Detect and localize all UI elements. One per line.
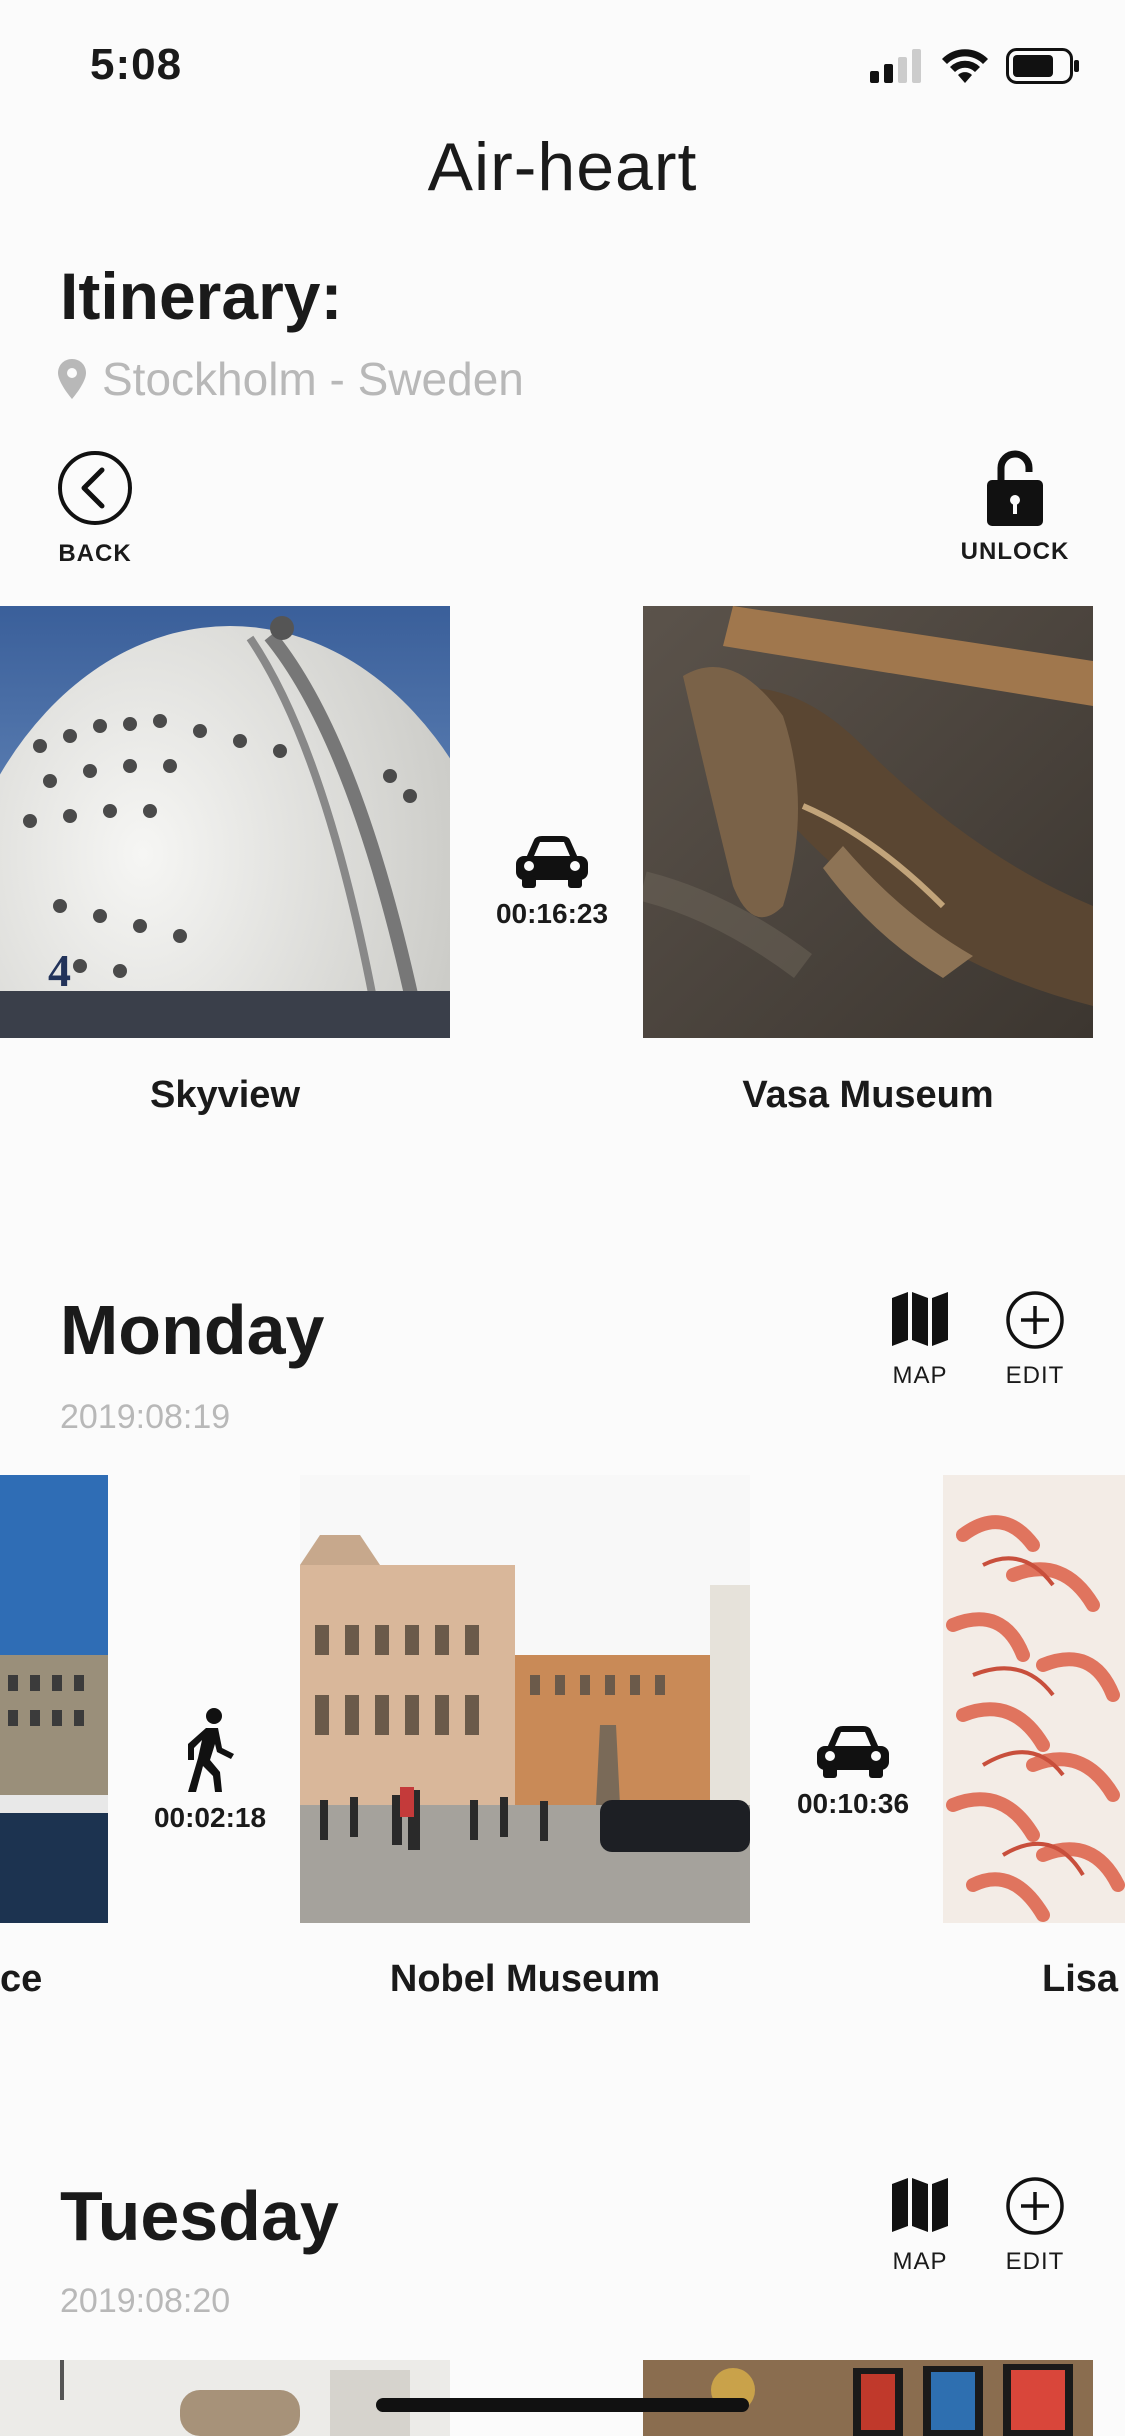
skyview-photo[interactable]: 4 (0, 606, 450, 1038)
map-label: MAP (892, 1362, 948, 1389)
svg-text:4: 4 (48, 945, 71, 996)
edit-button[interactable]: EDIT (985, 2176, 1085, 2276)
stop-caption: Skyview (150, 1074, 300, 1116)
unlock-button[interactable]: UNLOCK (955, 450, 1075, 566)
location-text: Stockholm - Sweden (102, 353, 524, 405)
itinerary-heading: Itinerary: (60, 259, 343, 333)
location-pin-icon (58, 359, 86, 399)
shrimp-image (943, 1475, 1125, 1923)
wifi-icon (942, 49, 988, 83)
unlock-label: UNLOCK (960, 538, 1070, 565)
map-label: MAP (892, 2248, 948, 2275)
transit-time: 00:16:23 (495, 898, 609, 929)
lisa-photo[interactable] (943, 1475, 1125, 1923)
transit-car-1: 00:16:23 (452, 832, 652, 930)
day-date: 2019:08:19 (60, 1398, 231, 1436)
day-title: Monday (60, 1291, 325, 1369)
day-date: 2019:08:20 (60, 2282, 231, 2320)
add-circle-icon (1006, 2177, 1064, 2235)
stop-caption: Vasa Museum (742, 1074, 994, 1116)
edit-button[interactable]: EDIT (985, 1290, 1085, 1390)
car-icon (516, 836, 588, 888)
transit-time: 00:10:36 (796, 1788, 910, 1819)
edit-label: EDIT (1005, 1362, 1065, 1389)
nobel-square-image (300, 1475, 750, 1923)
day-title: Tuesday (60, 2177, 339, 2255)
walk-icon (188, 1708, 234, 1792)
map-icon (892, 1292, 948, 1346)
map-button[interactable]: MAP (870, 2176, 970, 2276)
map-button[interactable]: MAP (870, 1290, 970, 1390)
transit-walk: 00:02:18 (110, 1708, 310, 1834)
stop-caption: Lisa (1042, 1958, 1119, 2000)
back-label: BACK (58, 540, 132, 567)
skyview-image: 4 (0, 606, 450, 1038)
status-time: 5:08 (90, 40, 183, 89)
back-button[interactable]: BACK (45, 450, 145, 568)
car-icon (817, 1726, 889, 1778)
home-indicator[interactable] (376, 2398, 749, 2412)
stop-caption: Nobel Museum (389, 1958, 661, 2000)
vasa-museum-photo[interactable] (643, 606, 1093, 1038)
app-title: Air-heart (427, 129, 698, 205)
palace-photo[interactable] (0, 1475, 108, 1923)
transit-time: 00:02:18 (153, 1802, 267, 1833)
stop-caption: ce (0, 1958, 43, 2000)
edit-label: EDIT (1005, 2248, 1065, 2275)
map-icon (892, 2178, 948, 2232)
location: Stockholm - Sweden (58, 352, 524, 406)
transit-car-2: 00:10:36 (753, 1722, 953, 1820)
palace-image (0, 1475, 108, 1923)
cellular-signal-icon (870, 49, 921, 83)
lock-open-icon (987, 450, 1043, 526)
add-circle-icon (1006, 1291, 1064, 1349)
battery-icon (1006, 48, 1079, 84)
vasa-ship-image (643, 606, 1093, 1038)
back-chevron-icon (58, 451, 132, 525)
status-icons (870, 48, 1080, 84)
nobel-museum-photo[interactable] (300, 1475, 750, 1923)
